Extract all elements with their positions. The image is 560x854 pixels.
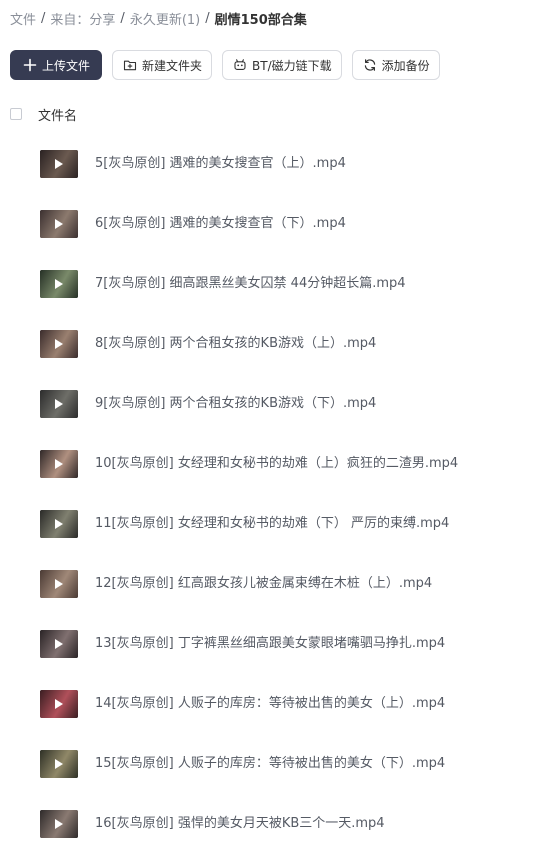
video-thumbnail[interactable] (40, 570, 78, 598)
play-icon (55, 399, 63, 409)
breadcrumb-item-current-folder: 剧情150部合集 (214, 12, 307, 28)
file-row[interactable]: 16[灰鸟原创] 强悍的美女月天被KB三个一天.mp4 (0, 794, 560, 854)
file-row[interactable]: 11[灰鸟原创] 女经理和女秘书的劫难（下） 严厉的束缚.mp4 (0, 494, 560, 554)
video-thumbnail[interactable] (40, 210, 78, 238)
video-thumbnail[interactable] (40, 750, 78, 778)
video-thumbnail[interactable] (40, 450, 78, 478)
file-row[interactable]: 10[灰鸟原创] 女经理和女秘书的劫难（上）疯狂的二渣男.mp4 (0, 434, 560, 494)
new-folder-label: 新建文件夹 (142, 58, 203, 73)
file-row[interactable]: 13[灰鸟原创] 丁字裤黑丝细高跟美女蒙眼堵嘴驷马挣扎.mp4 (0, 614, 560, 674)
breadcrumb: 文件 / 来自：分享 / 永久更新(1) / 剧情150部合集 (10, 8, 307, 28)
file-name[interactable]: 13[灰鸟原创] 丁字裤黑丝细高跟美女蒙眼堵嘴驷马挣扎.mp4 (95, 634, 445, 654)
video-thumbnail[interactable] (40, 690, 78, 718)
video-thumbnail[interactable] (40, 150, 78, 178)
new-folder-icon (123, 58, 137, 72)
file-list: 5[灰鸟原创] 遇难的美女搜查官（上）.mp4 6[灰鸟原创] 遇难的美女搜查官（… (0, 134, 560, 854)
play-icon (55, 279, 63, 289)
file-row[interactable]: 9[灰鸟原创] 两个合租女孩的KB游戏（下）.mp4 (0, 374, 560, 434)
video-thumbnail[interactable] (40, 330, 78, 358)
play-icon (55, 219, 63, 229)
file-name[interactable]: 14[灰鸟原创] 人贩子的库房：等待被出售的美女（上）.mp4 (95, 694, 445, 714)
play-icon (55, 759, 63, 769)
bt-magnet-download-button[interactable]: BT/磁力链下载 (222, 50, 342, 80)
file-name[interactable]: 16[灰鸟原创] 强悍的美女月天被KB三个一天.mp4 (95, 814, 385, 834)
filename-column-header[interactable]: 文件名 (38, 105, 77, 124)
breadcrumb-separator: / (120, 10, 125, 26)
breadcrumb-separator: / (41, 10, 46, 26)
play-icon (55, 579, 63, 589)
file-name[interactable]: 11[灰鸟原创] 女经理和女秘书的劫难（下） 严厉的束缚.mp4 (95, 514, 449, 534)
file-row[interactable]: 7[灰鸟原创] 细高跟黑丝美女囚禁 44分钟超长篇.mp4 (0, 254, 560, 314)
play-icon (55, 159, 63, 169)
file-name[interactable]: 8[灰鸟原创] 两个合租女孩的KB游戏（上）.mp4 (95, 334, 376, 354)
play-icon (55, 639, 63, 649)
upload-file-button[interactable]: 上传文件 (10, 50, 103, 80)
upload-file-label: 上传文件 (42, 58, 91, 73)
sync-icon (363, 58, 377, 72)
file-name[interactable]: 12[灰鸟原创] 红高跟女孩儿被金属束缚在木桩（上）.mp4 (95, 574, 432, 594)
play-icon (55, 459, 63, 469)
video-thumbnail[interactable] (40, 390, 78, 418)
bt-magnet-download-label: BT/磁力链下载 (252, 58, 332, 73)
file-name[interactable]: 6[灰鸟原创] 遇难的美女搜查官（下）.mp4 (95, 214, 346, 234)
file-name[interactable]: 10[灰鸟原创] 女经理和女秘书的劫难（上）疯狂的二渣男.mp4 (95, 454, 458, 474)
video-thumbnail[interactable] (40, 630, 78, 658)
file-row[interactable]: 12[灰鸟原创] 红高跟女孩儿被金属束缚在木桩（上）.mp4 (0, 554, 560, 614)
file-row[interactable]: 8[灰鸟原创] 两个合租女孩的KB游戏（上）.mp4 (0, 314, 560, 374)
select-all-checkbox[interactable] (10, 108, 22, 120)
toolbar: 上传文件 新建文件夹 BT/磁力链下载 添加备份 (10, 50, 440, 80)
play-icon (55, 339, 63, 349)
play-icon (55, 699, 63, 709)
breadcrumb-separator: / (205, 10, 210, 26)
video-thumbnail[interactable] (40, 270, 78, 298)
file-list-header: 文件名 (10, 104, 77, 124)
breadcrumb-item-shared[interactable]: 来自：分享 (50, 9, 115, 28)
bt-robot-icon (233, 58, 247, 72)
video-thumbnail[interactable] (40, 810, 78, 838)
plus-icon (23, 58, 37, 72)
file-name[interactable]: 5[灰鸟原创] 遇难的美女搜查官（上）.mp4 (95, 154, 346, 174)
file-name[interactable]: 9[灰鸟原创] 两个合租女孩的KB游戏（下）.mp4 (95, 394, 376, 414)
file-row[interactable]: 15[灰鸟原创] 人贩子的库房：等待被出售的美女（下）.mp4 (0, 734, 560, 794)
file-name[interactable]: 15[灰鸟原创] 人贩子的库房：等待被出售的美女（下）.mp4 (95, 754, 445, 774)
video-thumbnail[interactable] (40, 510, 78, 538)
breadcrumb-item-permanent-updates[interactable]: 永久更新(1) (130, 9, 200, 28)
file-row[interactable]: 5[灰鸟原创] 遇难的美女搜查官（上）.mp4 (0, 134, 560, 194)
play-icon (55, 519, 63, 529)
file-row[interactable]: 6[灰鸟原创] 遇难的美女搜查官（下）.mp4 (0, 194, 560, 254)
new-folder-button[interactable]: 新建文件夹 (112, 50, 213, 80)
file-row[interactable]: 14[灰鸟原创] 人贩子的库房：等待被出售的美女（上）.mp4 (0, 674, 560, 734)
add-backup-label: 添加备份 (381, 58, 430, 73)
file-name[interactable]: 7[灰鸟原创] 细高跟黑丝美女囚禁 44分钟超长篇.mp4 (95, 274, 406, 294)
add-backup-button[interactable]: 添加备份 (351, 50, 440, 80)
breadcrumb-item-files[interactable]: 文件 (10, 9, 36, 28)
